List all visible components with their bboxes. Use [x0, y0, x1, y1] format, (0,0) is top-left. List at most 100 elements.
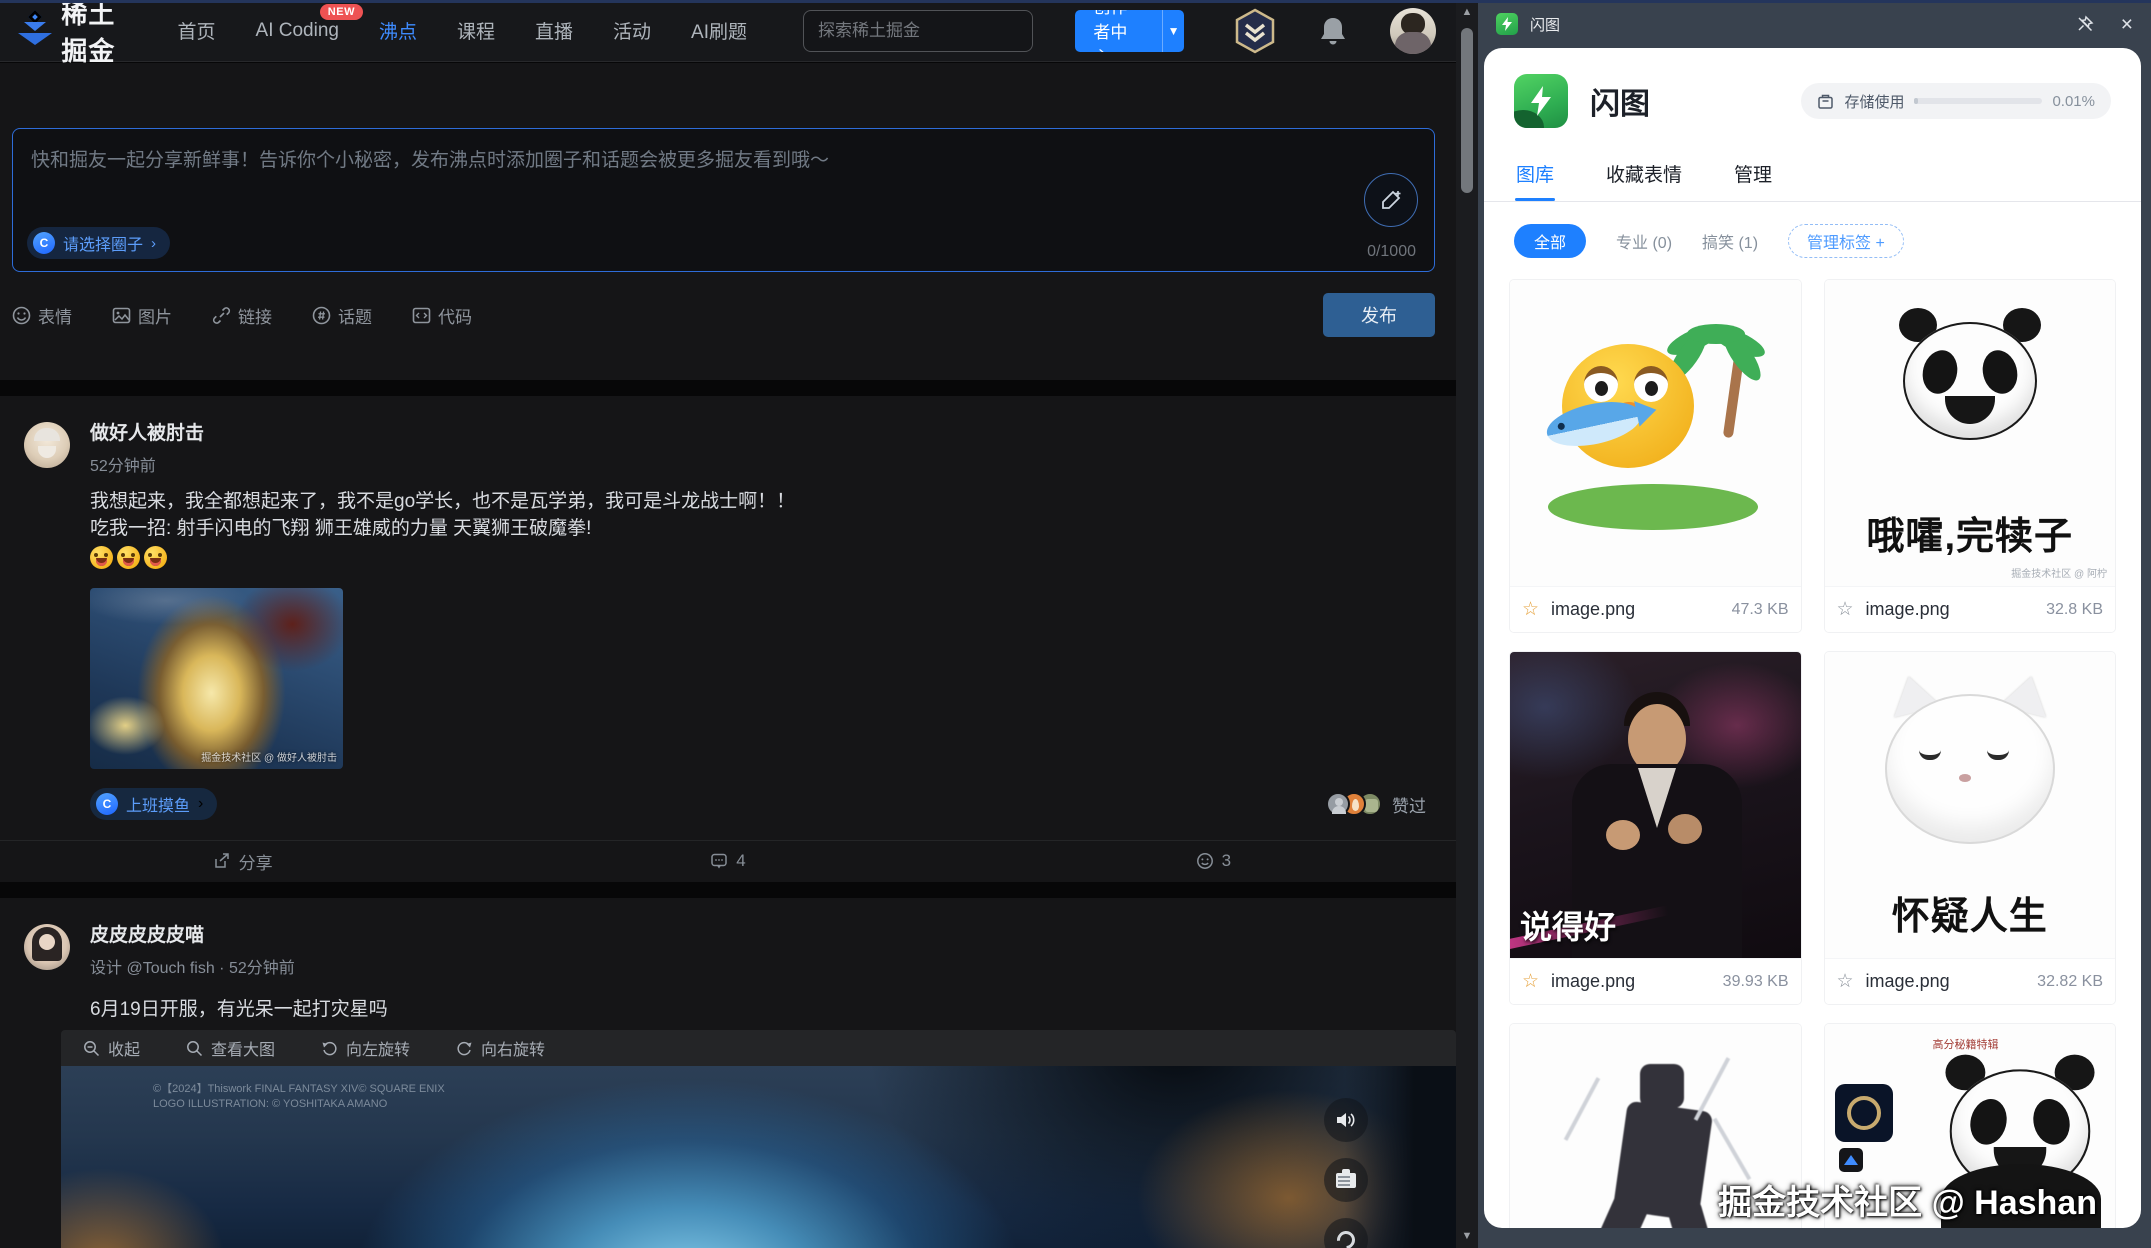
filter-professional[interactable]: 专业 (0) [1616, 229, 1672, 253]
ai-writer-button[interactable] [1364, 173, 1418, 227]
gallery-image-chick[interactable] [1510, 280, 1801, 586]
meme-caption: 说得好 [1520, 902, 1616, 948]
lol-logo-icon [1835, 1084, 1893, 1142]
magnifier-icon [186, 1040, 203, 1057]
reaction-summary[interactable]: 赞过 [1326, 792, 1426, 817]
close-panel-icon[interactable]: × [2121, 14, 2133, 35]
scrollbar-thumb[interactable] [1461, 28, 1473, 193]
liked-label: 赞过 [1392, 792, 1426, 817]
post-author-avatar[interactable] [24, 422, 70, 468]
member-badge-icon[interactable] [1234, 8, 1276, 54]
search-input[interactable] [804, 11, 1033, 51]
gallery-image-clapping-man[interactable]: 说得好 [1510, 652, 1801, 958]
select-circle-button[interactable]: C 请选择圈子 › [27, 227, 170, 259]
post-author-name[interactable]: 做好人被肘击 [90, 422, 204, 446]
post-author-name[interactable]: 皮皮皮皮皮喵 [90, 924, 295, 948]
star-icon[interactable]: ☆ [1522, 598, 1539, 621]
link-tool-button[interactable]: 链接 [212, 303, 272, 328]
post-text-line: 吃我一招: 射手闪电的飞翔 狮王雄威的力量 天翼狮王破魔拳! [90, 515, 1434, 542]
gallery-card-footer: ☆ image.png 47.3 KB [1510, 586, 1801, 632]
view-large-button[interactable]: 查看大图 [186, 1036, 275, 1060]
filter-funny[interactable]: 搞笑 (1) [1702, 229, 1758, 253]
nav-item-label: AI Coding [256, 20, 339, 41]
smiley-react-icon [1196, 852, 1214, 870]
post-large-image[interactable]: ©【2024】Thiswork FINAL FANTASY XIV© SQUAR… [61, 1066, 1456, 1248]
manage-tags-button[interactable]: 管理标签 + [1788, 224, 1904, 258]
circle-tag-moyu[interactable]: C 上班摸鱼 › [90, 788, 217, 820]
cat-face-shape [1877, 678, 2063, 850]
post-text: 我想起来，我全都想起来了，我不是go学长，也不是瓦学弟，我可是斗龙战士啊！！ 吃… [90, 488, 1434, 569]
gallery-card[interactable]: 怀疑人生 ☆ image.png 32.82 KB [1825, 652, 2116, 1004]
publish-button[interactable]: 发布 [1323, 293, 1435, 337]
tab-favorites[interactable]: 收藏表情 [1604, 148, 1684, 201]
tool-label: 向右旋转 [481, 1036, 545, 1060]
comment-button[interactable]: 4 [485, 851, 970, 871]
topic-tool-button[interactable]: 话题 [312, 303, 372, 328]
star-icon[interactable]: ☆ [1837, 970, 1854, 993]
file-size: 32.82 KB [2037, 973, 2103, 991]
file-size: 47.3 KB [1732, 601, 1789, 619]
nav-item-courses[interactable]: 课程 [457, 17, 495, 44]
card-icon [1336, 1173, 1356, 1188]
post-card: 做好人被肘击 52分钟前 我想起来，我全都想起来了，我不是go学长，也不是瓦学弟… [0, 396, 1456, 882]
code-tool-button[interactable]: 代码 [412, 303, 472, 328]
image-icon [112, 306, 131, 325]
circle-tag-label: 上班摸鱼 [126, 792, 190, 816]
tab-manage[interactable]: 管理 [1732, 148, 1774, 201]
brand-logo[interactable]: 稀土掘金 [20, 0, 134, 68]
image-grid: ☆ image.png 47.3 KB 哦嚯,完犊子 掘金技术社区 @ 阿柠 [1484, 264, 2141, 1228]
collapse-image-button[interactable]: 收起 [83, 1036, 140, 1060]
rotate-left-button[interactable]: 向左旋转 [321, 1036, 410, 1060]
composer-placeholder: 快和掘友一起分享新鲜事！告诉你个小秘密，发布沸点时添加圈子和话题会被更多掘友看到… [31, 145, 1416, 172]
creator-center-button[interactable]: 创作者中心 ▼ [1075, 10, 1184, 52]
gallery-image-panda-meme[interactable]: 哦嚯,完犊子 掘金技术社区 @ 阿柠 [1825, 280, 2116, 586]
gallery-card-footer: ☆ image.png 32.82 KB [1825, 958, 2116, 1004]
star-icon[interactable]: ☆ [1837, 598, 1854, 621]
emoji-tool-button[interactable]: 表情 [12, 303, 72, 328]
post-image-thumbnail[interactable]: 掘金技术社区 @ 做好人被肘击 [90, 588, 343, 769]
note-card-button[interactable] [1324, 1158, 1368, 1202]
nav-item-home[interactable]: 首页 [178, 17, 216, 44]
gallery-image-cat-meme[interactable]: 怀疑人生 [1825, 652, 2116, 958]
file-name: image.png [1866, 971, 1950, 992]
nav-item-ai-quiz[interactable]: AI刷题 [691, 17, 747, 44]
chevron-down-icon[interactable]: ▼ [1162, 10, 1184, 52]
scroll-down-arrow[interactable]: ▼ [1456, 1230, 1478, 1242]
post-author-avatar[interactable] [24, 924, 70, 970]
post-text-line: 我想起来，我全都想起来了，我不是go学长，也不是瓦学弟，我可是斗龙战士啊！！ [90, 488, 1434, 515]
nav-item-pins[interactable]: 沸点 [379, 17, 417, 44]
nav-item-live[interactable]: 直播 [535, 17, 573, 44]
filter-all[interactable]: 全部 [1514, 224, 1586, 258]
notifications-bell-icon[interactable] [1318, 15, 1348, 47]
mute-audio-button[interactable] [1324, 1098, 1368, 1142]
image-tool-button[interactable]: 图片 [112, 303, 172, 328]
tools-button[interactable] [1324, 1218, 1368, 1248]
island-shape [1548, 484, 1758, 530]
navbar: 稀土掘金 首页 AI Coding NEW 沸点 课程 直播 活动 AI刷题 [0, 0, 1456, 62]
nav-item-ai-coding[interactable]: AI Coding NEW [256, 20, 339, 42]
file-name: image.png [1866, 599, 1950, 620]
star-icon[interactable]: ☆ [1522, 970, 1539, 993]
chevron-right-icon: › [151, 235, 156, 252]
scroll-up-arrow[interactable]: ▲ [1456, 6, 1478, 18]
topic-hash-icon [312, 306, 331, 325]
gallery-card[interactable]: 哦嚯,完犊子 掘金技术社区 @ 阿柠 ☆ image.png 32.8 KB [1825, 280, 2116, 632]
storage-box-icon [1817, 93, 1834, 110]
gallery-card[interactable]: ☆ image.png 47.3 KB [1510, 280, 1801, 632]
unpin-icon[interactable] [2075, 14, 2095, 34]
share-button[interactable]: 分享 [0, 849, 485, 874]
file-name: image.png [1551, 971, 1635, 992]
panel-header: 闪图 存储使用 0.01% [1484, 48, 2141, 128]
rotate-right-button[interactable]: 向右旋转 [456, 1036, 545, 1060]
gallery-card[interactable]: 说得好 ☆ image.png 39.93 KB [1510, 652, 1801, 1004]
composer-box[interactable]: 快和掘友一起分享新鲜事！告诉你个小秘密，发布沸点时添加圈子和话题会被更多掘友看到… [12, 128, 1435, 272]
post-card: 皮皮皮皮皮喵 设计 @Touch fish · 52分钟前 6月19日开服，有光… [0, 898, 1456, 1248]
tab-gallery[interactable]: 图库 [1514, 148, 1556, 201]
search-box [803, 10, 1033, 52]
storage-progress-fill [1914, 98, 1918, 104]
tool-label: 向左旋转 [346, 1036, 410, 1060]
react-button[interactable]: 3 [971, 851, 1456, 871]
page-scrollbar[interactable]: ▲ ▼ [1456, 0, 1478, 1248]
user-avatar[interactable] [1390, 8, 1436, 54]
nav-item-events[interactable]: 活动 [613, 17, 651, 44]
